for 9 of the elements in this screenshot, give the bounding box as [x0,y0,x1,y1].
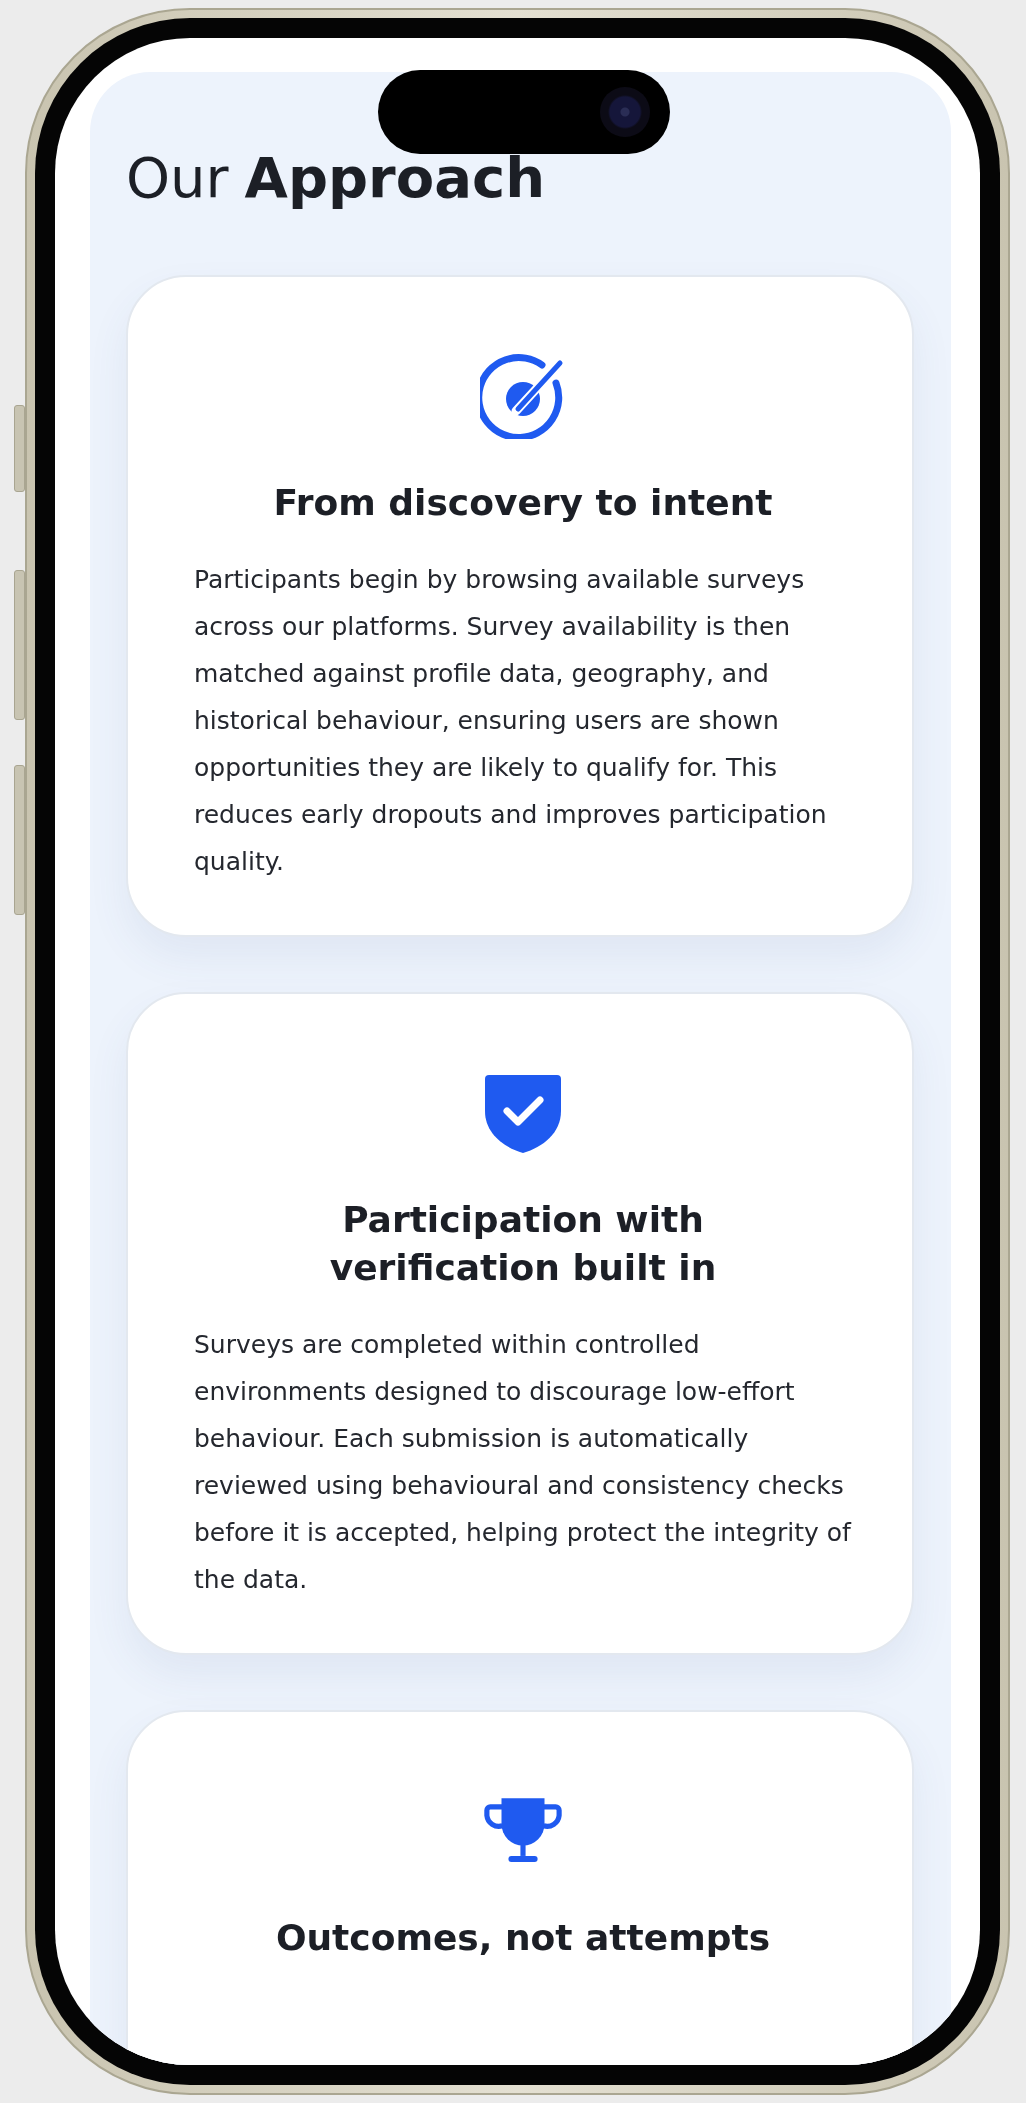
card-title: Outcomes, not attempts [275,1915,771,1960]
card-title: Participation with verification built in [328,1197,718,1291]
heading-text: Approach [244,144,546,212]
card-text: Participants begin by browsing available surveys across our platforms. Survey availability is then matched against profile data, geography, and historical behaviour, ensuring users are shown opportunities they are likely to qualify for. This reduces early dropouts and improves participation quality. [194,563,828,878]
target-icon [480,353,566,440]
card-text: Surveys are completed within controlled environments designed to discourage low-effort behaviour. Each submission is automatically reviewed using behavioural and consistency checks before it is accepted, helping protect the integrity of the data. [194,1328,852,1596]
card-title: From discovery to intent [273,481,773,526]
heading-text: Our [126,144,229,212]
camera-icon [600,87,650,137]
